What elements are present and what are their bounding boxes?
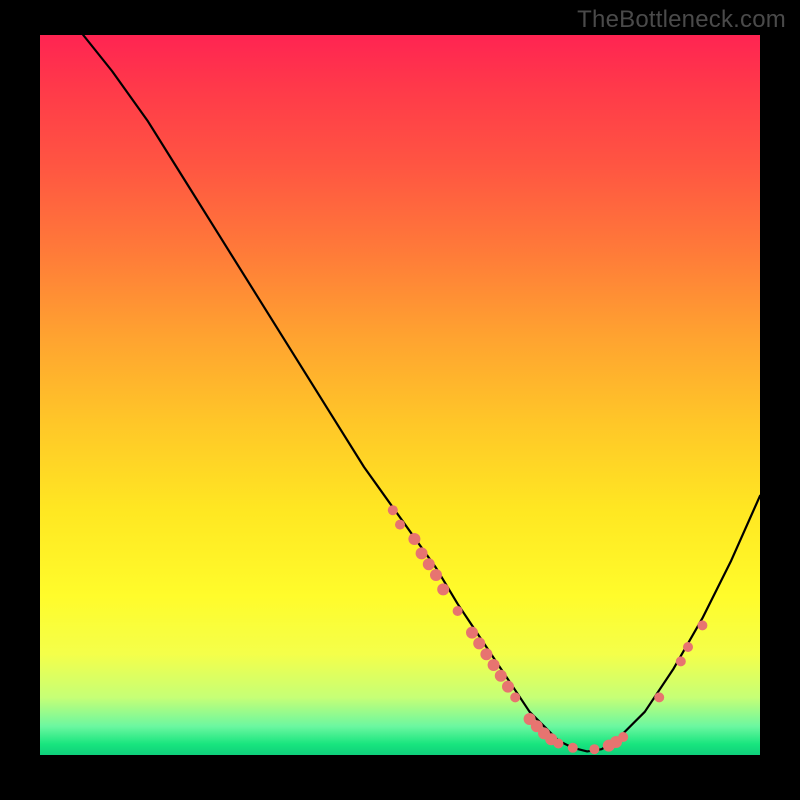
data-point-marker — [589, 744, 599, 754]
data-point-marker — [437, 583, 449, 595]
data-point-marker — [510, 692, 520, 702]
data-point-marker — [473, 637, 485, 649]
data-point-marker — [395, 520, 405, 530]
data-point-marker — [618, 732, 628, 742]
data-point-marker — [423, 558, 435, 570]
plot-area — [40, 35, 760, 755]
data-point-marker — [495, 670, 507, 682]
data-point-marker — [553, 739, 563, 749]
data-point-marker — [676, 656, 686, 666]
data-point-marker — [408, 533, 420, 545]
chart-frame: TheBottleneck.com — [0, 0, 800, 800]
data-point-marker — [568, 743, 578, 753]
data-point-marker — [683, 642, 693, 652]
data-point-marker — [502, 681, 514, 693]
curve-svg — [40, 35, 760, 755]
data-point-marker — [430, 569, 442, 581]
marker-group — [388, 505, 708, 754]
data-point-marker — [416, 547, 428, 559]
data-point-marker — [654, 692, 664, 702]
data-point-marker — [488, 659, 500, 671]
data-point-marker — [453, 606, 463, 616]
data-point-marker — [466, 627, 478, 639]
bottleneck-curve — [83, 35, 760, 751]
data-point-marker — [388, 505, 398, 515]
data-point-marker — [697, 620, 707, 630]
data-point-marker — [480, 648, 492, 660]
watermark-text: TheBottleneck.com — [577, 6, 786, 34]
